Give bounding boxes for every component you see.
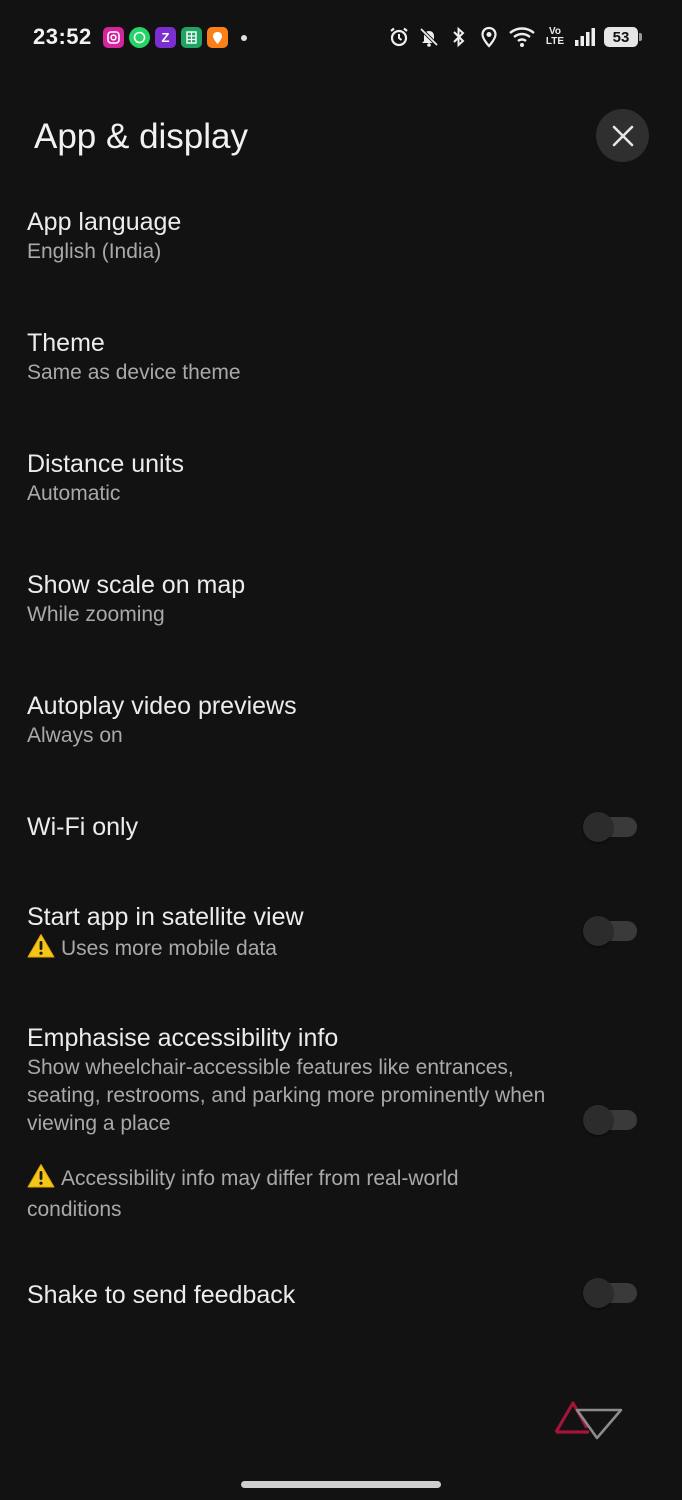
setting-shake-to-send-feedback[interactable]: Shake to send feedback bbox=[27, 1279, 647, 1311]
warning-icon bbox=[27, 933, 55, 966]
wifi-only-toggle[interactable] bbox=[583, 812, 637, 842]
accessibility-info-toggle[interactable] bbox=[583, 1105, 637, 1135]
toggle-knob bbox=[583, 916, 613, 946]
setting-subtitle: Uses more mobile data bbox=[61, 937, 277, 960]
setting-subtitle-row: Uses more mobile data bbox=[27, 933, 647, 966]
close-button[interactable] bbox=[596, 109, 649, 162]
signal-icon bbox=[574, 25, 596, 49]
setting-subtitle: Same as device theme bbox=[27, 361, 241, 384]
setting-subtitle: English (India) bbox=[27, 240, 162, 263]
toggle-knob bbox=[583, 1278, 613, 1308]
status-bar: 23:52 Z Vo LTE 53 bbox=[0, 0, 682, 78]
setting-start-app-satellite-view[interactable]: Start app in satellite view Uses more mo… bbox=[27, 901, 647, 966]
toggle-knob bbox=[583, 1105, 613, 1135]
setting-theme[interactable]: Theme Same as device theme bbox=[27, 327, 647, 387]
setting-title: Show scale on map bbox=[27, 571, 246, 599]
setting-title: App language bbox=[27, 208, 182, 236]
setting-distance-units[interactable]: Distance units Automatic bbox=[27, 448, 647, 508]
sheets-icon bbox=[181, 27, 202, 48]
location-icon bbox=[478, 25, 500, 49]
setting-subtitle: Automatic bbox=[27, 482, 121, 505]
swiggy-icon bbox=[207, 27, 228, 48]
page-title: App & display bbox=[34, 117, 249, 156]
setting-autoplay-video-previews[interactable]: Autoplay video previews Always on bbox=[27, 690, 647, 750]
warning-icon bbox=[27, 1163, 55, 1196]
setting-note: Accessibility info may differ from real-… bbox=[27, 1167, 459, 1221]
setting-subtitle: Always on bbox=[27, 724, 123, 747]
wifi-icon bbox=[508, 25, 536, 49]
setting-title: Distance units bbox=[27, 450, 185, 478]
home-indicator[interactable] bbox=[241, 1481, 441, 1488]
toggle-knob bbox=[583, 812, 613, 842]
watermark-logo-icon bbox=[553, 1400, 623, 1440]
whatsapp-icon bbox=[129, 27, 150, 48]
mute-bell-icon bbox=[418, 25, 440, 49]
setting-title: Wi-Fi only bbox=[27, 813, 139, 841]
setting-title: Autoplay video previews bbox=[27, 692, 297, 720]
system-icons: Vo LTE 53 bbox=[388, 25, 642, 49]
battery-icon: 53 bbox=[604, 27, 642, 47]
bluetooth-icon bbox=[448, 25, 470, 49]
alarm-icon bbox=[388, 25, 410, 49]
more-notifications-dot bbox=[241, 34, 247, 41]
setting-subtitle: While zooming bbox=[27, 603, 165, 626]
setting-title: Shake to send feedback bbox=[27, 1281, 296, 1309]
setting-title: Theme bbox=[27, 329, 105, 357]
shake-feedback-toggle[interactable] bbox=[583, 1278, 637, 1308]
close-icon bbox=[612, 125, 633, 146]
zomato-z-icon: Z bbox=[155, 27, 176, 48]
notification-icons: Z bbox=[103, 27, 247, 48]
setting-note-row: Accessibility info may differ from real-… bbox=[27, 1163, 547, 1224]
status-time: 23:52 bbox=[33, 24, 92, 49]
setting-title: Emphasise accessibility info bbox=[27, 1024, 339, 1052]
satellite-view-toggle[interactable] bbox=[583, 916, 637, 946]
volte-bottom-text: LTE bbox=[545, 36, 565, 47]
setting-emphasise-accessibility-info[interactable]: Emphasise accessibility info Show wheelc… bbox=[27, 1022, 547, 1224]
setting-subtitle: Show wheelchair-accessible features like… bbox=[27, 1056, 546, 1135]
setting-wifi-only[interactable]: Wi-Fi only bbox=[27, 811, 647, 843]
instagram-icon bbox=[103, 27, 124, 48]
setting-title: Start app in satellite view bbox=[27, 903, 304, 931]
volte-icon: Vo LTE bbox=[544, 25, 566, 49]
setting-app-language[interactable]: App language English (India) bbox=[27, 206, 647, 266]
setting-show-scale-on-map[interactable]: Show scale on map While zooming bbox=[27, 569, 647, 629]
